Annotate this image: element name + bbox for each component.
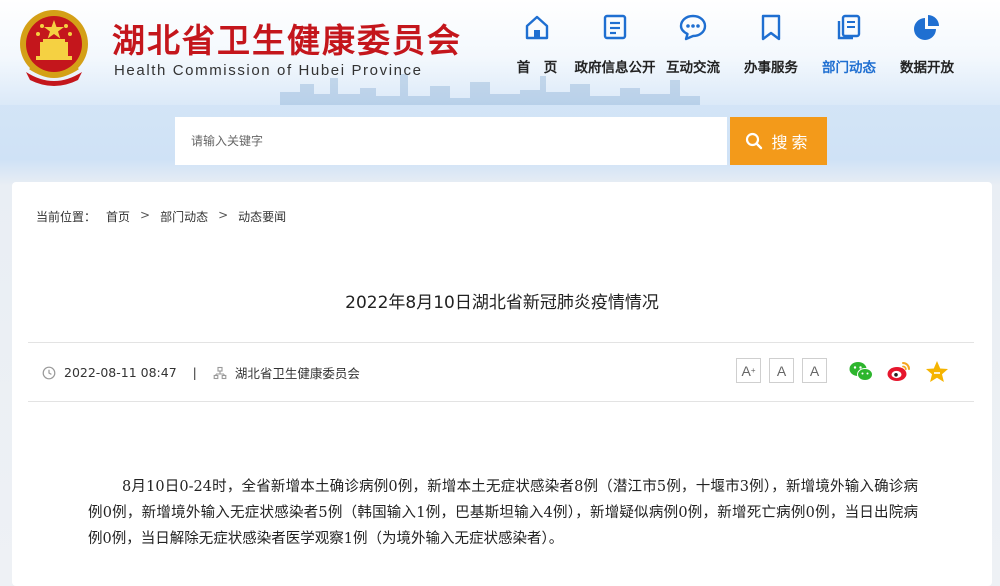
article-title: 2022年8月10日湖北省新冠肺炎疫情情况 <box>345 293 659 313</box>
nav-label: 部门动态 <box>822 60 876 76</box>
wechat-icon <box>849 362 873 381</box>
nav-label: 首 页 <box>516 60 558 76</box>
copy-icon <box>837 14 861 40</box>
clock-icon <box>42 366 56 379</box>
weibo-share-button[interactable] <box>886 359 912 385</box>
national-emblem-logo <box>20 10 88 86</box>
wechat-share-button[interactable] <box>848 359 874 385</box>
pie-chart-icon <box>914 15 939 40</box>
breadcrumb-item-department-news[interactable]: 部门动态 <box>160 208 208 225</box>
site-subtitle: Health Commission of Hubei Province <box>114 62 423 79</box>
article-meta-bar: 2022-08-11 08:47 | 湖北省卫生健康委员会 A + A A <box>28 342 974 402</box>
breadcrumb-separator: > <box>218 208 229 222</box>
organization-icon <box>213 366 227 379</box>
bookmark-icon <box>761 14 781 41</box>
nav-item-open-data[interactable]: 数据开放 <box>888 12 966 82</box>
nav-item-interaction[interactable]: 互动交流 <box>654 12 732 82</box>
publish-datetime: 2022-08-11 08:47 <box>64 365 177 380</box>
font-increase-sup: + <box>750 366 756 375</box>
nav-label: 政府信息公开 <box>574 60 656 76</box>
font-normal-label: A <box>776 362 787 379</box>
breadcrumb-item-home[interactable]: 首页 <box>106 208 130 225</box>
nav-item-department-news[interactable]: 部门动态 <box>810 12 888 82</box>
nav-label: 数据开放 <box>900 60 954 76</box>
meta-divider: | <box>192 365 197 380</box>
search-icon <box>746 132 763 150</box>
document-icon <box>603 14 627 40</box>
search-box <box>175 117 727 165</box>
nav-label: 办事服务 <box>744 60 798 76</box>
breadcrumb-item-news-highlights[interactable]: 动态要闻 <box>238 208 286 225</box>
favorite-button[interactable] <box>924 359 950 385</box>
search-input[interactable] <box>175 117 727 165</box>
font-increase-label: A <box>741 362 751 379</box>
nav-label: 互动交流 <box>666 60 720 76</box>
article-source: 湖北省卫生健康委员会 <box>234 366 360 381</box>
font-increase-button[interactable]: A + <box>736 358 761 383</box>
share-buttons <box>848 359 950 385</box>
main-nav: 首 页 政府信息公开 互动交流 办事服务 部门动态 数据开放 <box>498 12 966 82</box>
font-decrease-button[interactable]: A <box>802 358 827 383</box>
nav-item-home[interactable]: 首 页 <box>498 12 576 82</box>
search-button-label: 搜索 <box>771 133 812 152</box>
nav-item-government-info[interactable]: 政府信息公开 <box>574 12 656 82</box>
favorite-star-icon <box>926 361 948 382</box>
font-normal-button[interactable]: A <box>769 358 794 383</box>
nav-item-services[interactable]: 办事服务 <box>732 12 810 82</box>
article-body: 8月10日0-24时，全省新增本土确诊病例0例，新增本土无症状感染者8例（潜江市… <box>88 479 918 547</box>
search-button[interactable]: 搜索 <box>730 117 827 165</box>
home-icon <box>525 15 549 40</box>
article-card: 当前位置： 首页 > 部门动态 > 动态要闻 2022年8月10日湖北省新冠肺炎… <box>12 182 992 586</box>
site-header: 湖北省卫生健康委员会 Health Commission of Hubei Pr… <box>0 0 1000 105</box>
font-decrease-label: A <box>809 362 820 379</box>
site-title: 湖北省卫生健康委员会 <box>112 21 462 60</box>
article-meta: 2022-08-11 08:47 | 湖北省卫生健康委员会 <box>42 363 360 382</box>
chat-icon <box>679 14 707 41</box>
breadcrumb-prefix: 当前位置： <box>36 210 97 224</box>
breadcrumb-separator: > <box>140 208 151 222</box>
font-size-controls: A + A A <box>736 358 827 383</box>
breadcrumb: 当前位置： 首页 > 部门动态 > 动态要闻 <box>36 208 296 225</box>
weibo-icon <box>887 362 910 381</box>
